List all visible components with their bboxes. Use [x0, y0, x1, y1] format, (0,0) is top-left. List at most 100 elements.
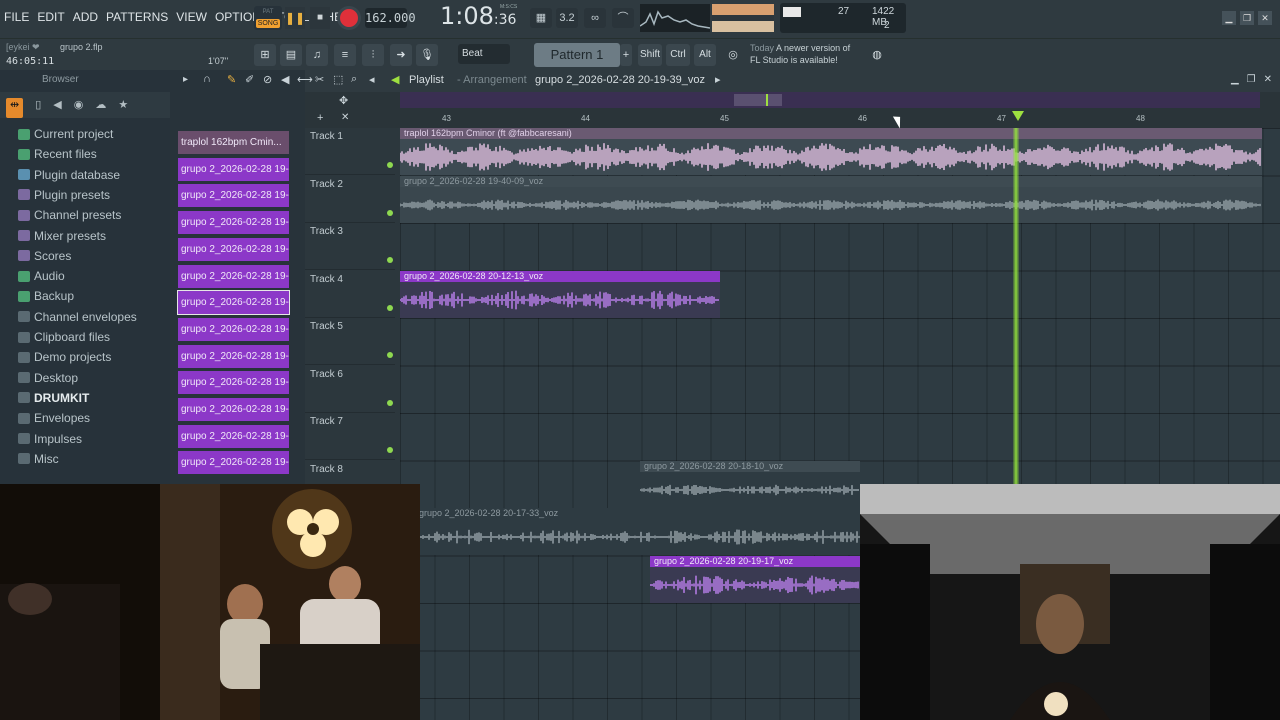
slice-tool-icon[interactable]: ✂	[315, 73, 324, 86]
browser-item[interactable]: Clipboard files	[18, 330, 110, 344]
restore-icon[interactable]: ❐	[1240, 11, 1254, 25]
picker-clip[interactable]: grupo 2_2026-02-28 19-...	[178, 157, 289, 181]
picker-clip[interactable]: grupo 2_2026-02-28 19-...	[178, 398, 289, 421]
cloud-tab-icon[interactable]: ☁	[95, 98, 106, 118]
select-tool-icon[interactable]: ⬚	[333, 73, 343, 86]
move-icon[interactable]: ✥	[339, 94, 348, 107]
microphone-icon[interactable]: 🎙	[416, 44, 438, 66]
audio-clip[interactable]: grupo 2_2026-02-28 20-17-33_voz	[415, 508, 860, 555]
files-tab-icon[interactable]: ▯	[35, 98, 41, 118]
menu-edit[interactable]: EDIT	[37, 10, 64, 24]
pencil-icon[interactable]: ✎	[227, 73, 236, 86]
picker-clip[interactable]: grupo 2_2026-02-28 19-...	[178, 344, 289, 368]
browser-item[interactable]: Impulses	[18, 432, 82, 446]
typing-keyboard-icon[interactable]: ▦	[530, 8, 552, 28]
pattern-select[interactable]: Pattern 1	[534, 43, 620, 67]
news-panel[interactable]: Today A newer version of FL Studio is av…	[750, 42, 850, 66]
track-mute-led[interactable]	[387, 352, 393, 358]
track-header[interactable]: Track 6	[305, 366, 395, 413]
delete-tool-icon[interactable]: ⊘	[263, 73, 272, 86]
browser-item[interactable]: Current project	[18, 127, 113, 141]
close-tracks-icon[interactable]: ✕	[341, 112, 349, 123]
track-mute-led[interactable]	[387, 447, 393, 453]
tempo-display[interactable]: 162.000	[365, 8, 416, 28]
browser-item[interactable]: Channel presets	[18, 208, 121, 222]
countdown-icon[interactable]: 3.2	[556, 8, 578, 28]
audio-clip[interactable]: grupo 2_2026-02-28 20-19-17_voz	[650, 556, 860, 603]
mixer-faders-icon[interactable]: ⫶	[362, 44, 384, 66]
minimize-icon[interactable]: ▁	[1222, 11, 1236, 25]
browser-item[interactable]: Backup	[18, 289, 74, 303]
playhead-marker[interactable]	[1012, 111, 1024, 121]
playlist-scrollbar[interactable]	[400, 92, 1260, 108]
arrangement-arrow-icon[interactable]: ▸	[715, 73, 721, 86]
picker-clip[interactable]: grupo 2_2026-02-28 19-...	[177, 290, 290, 316]
audio-clip[interactable]: grupo 2_2026-02-28 20-12-13_voz	[400, 271, 720, 318]
metronome-icon[interactable]: ⌒	[612, 8, 634, 28]
browser-item[interactable]: DRUMKIT	[18, 391, 89, 405]
song-mode-toggle[interactable]: PAT SONG	[254, 6, 282, 30]
browser-item[interactable]: Envelopes	[18, 411, 90, 425]
alt-button[interactable]: Alt	[694, 44, 716, 66]
picker-clip[interactable]: traplol 162bpm Cmin...	[178, 131, 289, 154]
speaker-icon[interactable]: ◀	[391, 73, 399, 86]
picker-clip[interactable]: grupo 2_2026-02-28 19-...	[178, 451, 289, 475]
track-mute-led[interactable]	[387, 209, 393, 216]
close-icon[interactable]: ✕	[1258, 11, 1272, 25]
picker-clip[interactable]: grupo 2_2026-02-28 19-...	[178, 237, 289, 261]
browser-item[interactable]: Recent files	[18, 147, 97, 161]
track-mute-led[interactable]	[387, 257, 393, 263]
menu-view[interactable]: VIEW	[176, 10, 207, 24]
track-mute-led[interactable]	[387, 399, 393, 406]
star-tab-icon[interactable]: ★	[118, 98, 128, 118]
channel-rack-icon[interactable]: ≡	[334, 44, 356, 66]
globe-icon[interactable]: ◍	[866, 44, 888, 66]
mixer-icon[interactable]: ▤	[280, 44, 302, 66]
time-mode-label[interactable]: M:S:CS	[500, 4, 517, 10]
picker-clip[interactable]: grupo 2_2026-02-28 19-...	[178, 264, 289, 288]
track-header[interactable]: Track 2	[305, 176, 395, 223]
brush-icon[interactable]: ✐	[245, 73, 254, 86]
track-mute-led[interactable]	[387, 304, 393, 311]
zoom-tool-icon[interactable]: ⌕	[351, 73, 357, 86]
browser-item[interactable]: Plugin presets	[18, 188, 110, 202]
track-header[interactable]: Track 4	[305, 271, 395, 318]
ctrl-button[interactable]: Ctrl	[666, 44, 690, 66]
playback-tool-icon[interactable]: ◂	[369, 73, 375, 86]
slip-tool-icon[interactable]: ⟷	[297, 73, 313, 86]
snap-select[interactable]: Beat	[458, 44, 510, 64]
audio-clip[interactable]: traplol 162bpm Cminor (ft @fabbcaresani)	[400, 128, 1262, 175]
playlist-minimize-icon[interactable]: ▁	[1231, 74, 1239, 85]
speaker-tab-icon[interactable]: ◀	[53, 98, 61, 118]
picker-clip[interactable]: grupo 2_2026-02-28 19-...	[178, 211, 289, 235]
menu-add[interactable]: ADD	[73, 10, 98, 24]
picker-clip[interactable]: grupo 2_2026-02-28 19-...	[178, 317, 289, 341]
browser-item[interactable]: Channel envelopes	[18, 310, 137, 324]
plugin-tab-icon[interactable]: ◉	[74, 98, 84, 118]
track-header[interactable]: Track 1	[305, 128, 395, 175]
magnet-icon[interactable]: ∩	[203, 73, 211, 85]
browser-item[interactable]: Plugin database	[18, 168, 120, 182]
add-pattern-button[interactable]: +	[620, 44, 632, 66]
track-header[interactable]: Track 7	[305, 413, 395, 460]
browser-item[interactable]: Desktop	[18, 371, 78, 385]
picker-clip[interactable]: grupo 2_2026-02-28 19-...	[178, 424, 289, 448]
track-header[interactable]: Track 5	[305, 318, 395, 365]
scroll-thumb[interactable]	[734, 94, 782, 106]
piano-roll-icon[interactable]: ♫	[306, 44, 328, 66]
browser-item[interactable]: Demo projects	[18, 350, 111, 364]
track-header[interactable]: Track 3	[305, 223, 395, 270]
record-button[interactable]	[337, 6, 361, 30]
audio-clip[interactable]: grupo 2_2026-02-28 20-18-10_voz	[640, 461, 860, 508]
pause-button[interactable]: ❚❚	[285, 7, 305, 29]
mute-tool-icon[interactable]: ◀	[281, 73, 289, 86]
track-mute-led[interactable]	[387, 162, 393, 168]
browser-item[interactable]: Misc	[18, 452, 59, 466]
add-track-icon[interactable]: +	[317, 112, 323, 124]
playlist-restore-icon[interactable]: ❐	[1247, 74, 1256, 85]
news-icon[interactable]: ◎	[722, 44, 744, 66]
browser-item[interactable]: Audio	[18, 269, 65, 283]
audio-clip[interactable]: grupo 2_2026-02-28 19-40-09_voz	[400, 176, 1262, 223]
arrow-right-icon[interactable]: ➜	[390, 44, 412, 66]
browser-item[interactable]: Scores	[18, 249, 71, 263]
